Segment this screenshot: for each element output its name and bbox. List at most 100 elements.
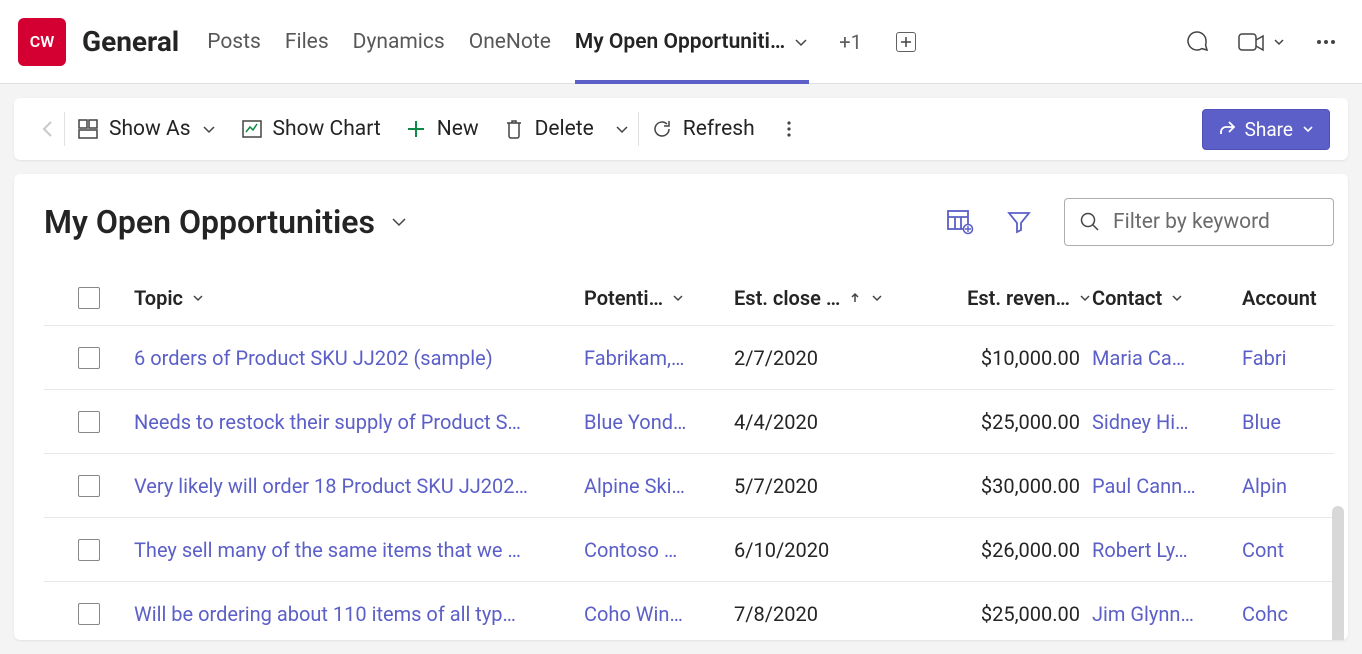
- est-revenue: $25,000.00: [922, 410, 1092, 434]
- show-chart-button[interactable]: Show Chart: [229, 117, 393, 141]
- tab-posts[interactable]: Posts: [207, 0, 261, 83]
- button-label: Show As: [109, 117, 191, 141]
- share-button[interactable]: Share: [1202, 109, 1330, 150]
- button-label: Show Chart: [273, 117, 381, 141]
- chevron-down-icon: [870, 291, 884, 305]
- est-revenue: $26,000.00: [922, 538, 1092, 562]
- potential-customer-link[interactable]: Blue Yond…: [584, 410, 734, 434]
- est-close-date: 6/10/2020: [734, 538, 922, 562]
- tab-my-open-opportunities[interactable]: My Open Opportuniti…: [575, 0, 809, 83]
- potential-customer-link[interactable]: Fabrikam,…: [584, 346, 734, 370]
- more-options-icon[interactable]: [1314, 30, 1338, 54]
- grid-header-row: Topic Potenti… Est. close … Est. reven… …: [44, 270, 1334, 326]
- account-link[interactable]: Alpin: [1242, 474, 1348, 498]
- channel-tabs: Posts Files Dynamics OneNote My Open Opp…: [207, 0, 916, 83]
- est-revenue: $10,000.00: [922, 346, 1092, 370]
- button-label: Delete: [535, 117, 594, 141]
- column-est-revenue[interactable]: Est. reven…: [922, 286, 1092, 310]
- potential-customer-link[interactable]: Alpine Ski…: [584, 474, 734, 498]
- search-placeholder: Filter by keyword: [1113, 210, 1270, 234]
- chevron-down-icon[interactable]: [793, 34, 809, 50]
- column-label: Topic: [134, 286, 183, 310]
- add-tab-button[interactable]: [896, 32, 916, 52]
- team-avatar[interactable]: CW: [18, 18, 66, 66]
- chart-icon: [241, 118, 263, 140]
- est-close-date: 5/7/2020: [734, 474, 922, 498]
- new-button[interactable]: New: [393, 117, 491, 141]
- channel-header: CW General Posts Files Dynamics OneNote …: [0, 0, 1362, 84]
- topic-link[interactable]: Very likely will order 18 Product SKU JJ…: [134, 474, 584, 498]
- account-link[interactable]: Blue: [1242, 410, 1348, 434]
- trash-icon: [503, 118, 525, 140]
- view-title: My Open Opportunities: [44, 203, 375, 241]
- topic-link[interactable]: 6 orders of Product SKU JJ202 (sample): [134, 346, 584, 370]
- column-potential-customer[interactable]: Potenti…: [584, 286, 734, 310]
- filter-icon[interactable]: [1006, 209, 1032, 235]
- table-row[interactable]: Very likely will order 18 Product SKU JJ…: [44, 454, 1334, 518]
- table-row[interactable]: They sell many of the same items that we…: [44, 518, 1334, 582]
- sort-asc-icon: [848, 291, 862, 305]
- chevron-down-icon: [1301, 122, 1315, 136]
- table-row[interactable]: 6 orders of Product SKU JJ202 (sample) F…: [44, 326, 1334, 390]
- show-as-button[interactable]: Show As: [65, 117, 229, 141]
- grid-view-icon: [77, 118, 99, 140]
- account-link[interactable]: Fabri: [1242, 346, 1348, 370]
- opportunities-grid: Topic Potenti… Est. close … Est. reven… …: [44, 270, 1334, 640]
- contact-link[interactable]: Maria Ca…: [1092, 346, 1242, 370]
- est-close-date: 7/8/2020: [734, 602, 922, 626]
- column-label: Account: [1242, 286, 1317, 310]
- tab-files[interactable]: Files: [285, 0, 329, 83]
- contact-link[interactable]: Sidney Hi…: [1092, 410, 1242, 434]
- vertical-scrollbar[interactable]: [1332, 506, 1344, 640]
- tab-label: My Open Opportuniti…: [575, 30, 785, 54]
- column-account[interactable]: Account: [1242, 286, 1348, 310]
- potential-customer-link[interactable]: Contoso …: [584, 538, 734, 562]
- row-checkbox[interactable]: [78, 603, 100, 625]
- command-bar: Show As Show Chart New Delete: [14, 98, 1348, 160]
- column-est-close-date[interactable]: Est. close …: [734, 286, 922, 310]
- topic-link[interactable]: Will be ordering about 110 items of all …: [134, 602, 584, 626]
- meet-button[interactable]: [1238, 31, 1286, 53]
- table-row[interactable]: Needs to restock their supply of Product…: [44, 390, 1334, 454]
- filter-keyword-input[interactable]: Filter by keyword: [1064, 198, 1334, 246]
- topic-link[interactable]: Needs to restock their supply of Product…: [134, 410, 584, 434]
- back-button[interactable]: [32, 119, 64, 139]
- topic-link[interactable]: They sell many of the same items that we…: [134, 538, 584, 562]
- chevron-down-icon: [614, 121, 630, 137]
- column-contact[interactable]: Contact: [1092, 286, 1242, 310]
- channel-name[interactable]: General: [82, 25, 179, 58]
- contact-link[interactable]: Jim Glynn…: [1092, 602, 1242, 626]
- button-label: New: [437, 117, 479, 141]
- view-selector[interactable]: My Open Opportunities: [44, 203, 409, 241]
- column-label: Potenti…: [584, 286, 663, 310]
- delete-split-button[interactable]: [606, 121, 638, 137]
- share-icon: [1217, 119, 1237, 139]
- tab-onenote[interactable]: OneNote: [469, 0, 551, 83]
- chevron-down-icon: [1272, 35, 1286, 49]
- conversation-icon[interactable]: [1184, 29, 1210, 55]
- potential-customer-link[interactable]: Coho Win…: [584, 602, 734, 626]
- column-label: Contact: [1092, 286, 1162, 310]
- row-checkbox[interactable]: [78, 539, 100, 561]
- table-row[interactable]: Will be ordering about 110 items of all …: [44, 582, 1334, 640]
- row-checkbox[interactable]: [78, 347, 100, 369]
- column-label: Est. reven…: [967, 286, 1070, 310]
- delete-button[interactable]: Delete: [491, 117, 606, 141]
- tab-label: Files: [285, 30, 329, 54]
- est-revenue: $30,000.00: [922, 474, 1092, 498]
- contact-link[interactable]: Robert Ly…: [1092, 538, 1242, 562]
- select-all-checkbox[interactable]: [78, 287, 100, 309]
- tab-overflow-count[interactable]: +1: [839, 30, 862, 54]
- row-checkbox[interactable]: [78, 475, 100, 497]
- tab-label: OneNote: [469, 30, 551, 54]
- row-checkbox[interactable]: [78, 411, 100, 433]
- contact-link[interactable]: Paul Cann…: [1092, 474, 1242, 498]
- view-card: My Open Opportunities Filter by keyword …: [14, 174, 1348, 640]
- tab-dynamics[interactable]: Dynamics: [353, 0, 445, 83]
- column-topic[interactable]: Topic: [134, 286, 584, 310]
- command-overflow-button[interactable]: [767, 119, 811, 139]
- refresh-button[interactable]: Refresh: [639, 117, 767, 141]
- chevron-down-icon: [191, 291, 205, 305]
- refresh-icon: [651, 118, 673, 140]
- edit-columns-icon[interactable]: [946, 209, 974, 235]
